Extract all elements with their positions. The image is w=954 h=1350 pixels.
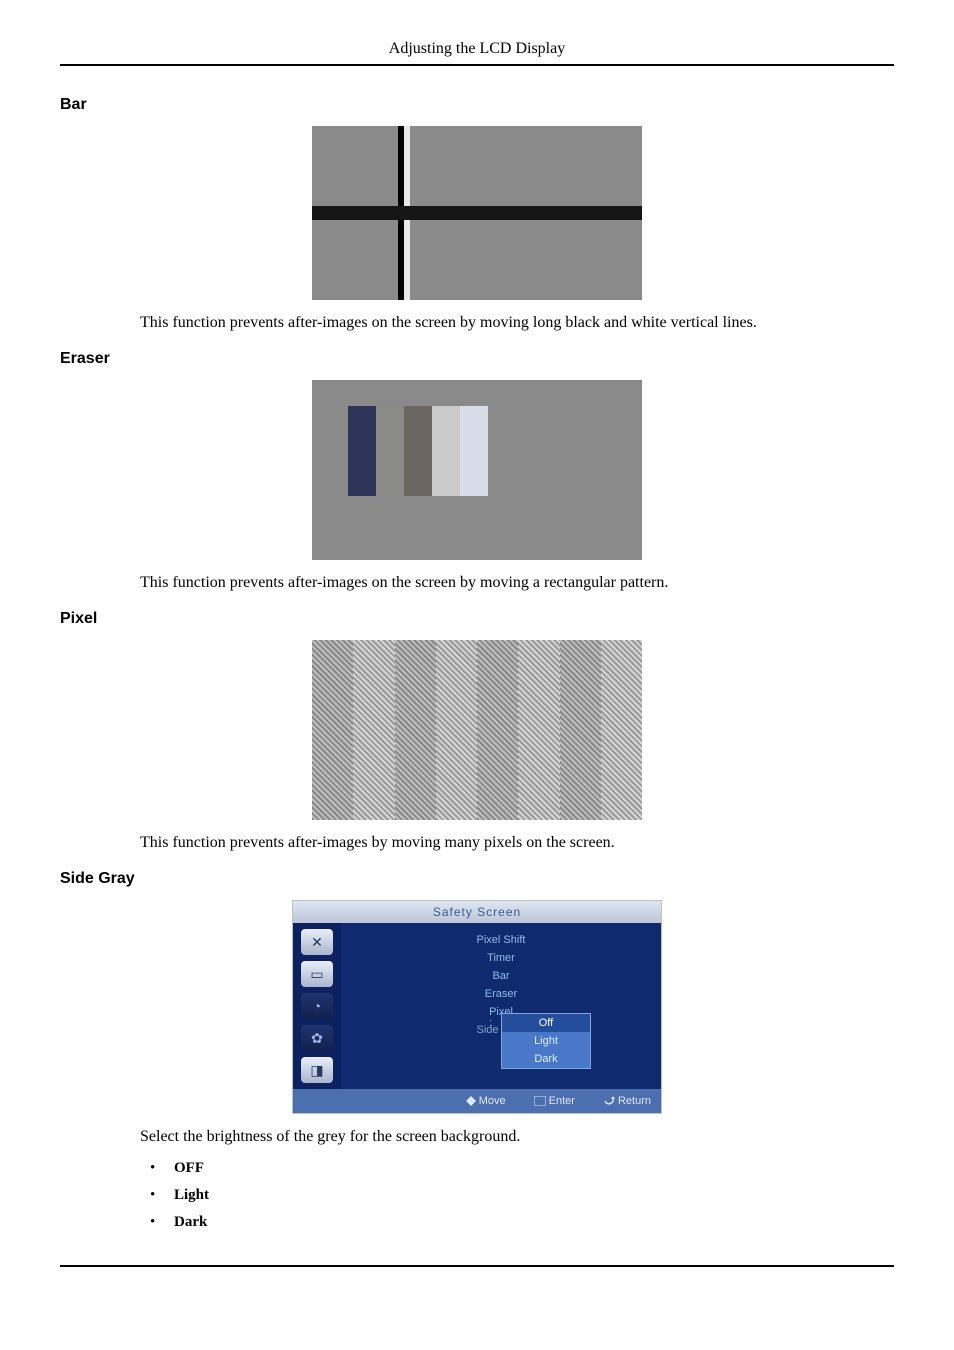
figure-bar xyxy=(60,126,894,300)
osd-sidebar: ✕ ▭ ◔ ✿ ◨ xyxy=(293,923,341,1089)
osd-icon-setup[interactable]: ✿ xyxy=(301,1025,333,1051)
osd-title: Safety Screen xyxy=(293,901,661,923)
figure-pixel xyxy=(60,640,894,820)
bullet-off: OFF xyxy=(150,1160,894,1177)
text-pixel: This function prevents after-images by m… xyxy=(140,834,894,852)
osd-hint-move: Move xyxy=(466,1095,506,1107)
figure-eraser xyxy=(60,380,894,560)
osd-icon-time[interactable]: ◔ xyxy=(301,993,333,1019)
bullet-dark: Dark xyxy=(150,1214,894,1231)
text-eraser: This function prevents after-images on t… xyxy=(140,574,894,592)
footer-divider xyxy=(60,1265,894,1267)
osd-option-off[interactable]: Off xyxy=(502,1014,590,1032)
sidegray-options-list: OFF Light Dark xyxy=(150,1160,894,1231)
osd-icon-picture[interactable]: ▭ xyxy=(301,961,333,987)
osd-option-dark[interactable]: Dark xyxy=(502,1050,590,1068)
heading-sidegray: Side Gray xyxy=(60,870,894,888)
text-sidegray: Select the brightness of the grey for th… xyxy=(140,1128,894,1146)
osd-item-eraser[interactable]: Eraser xyxy=(351,985,651,1003)
figure-osd-sidegray: Safety Screen ✕ ▭ ◔ ✿ ◨ Pixel Shift Time… xyxy=(60,900,894,1114)
osd-hint-return: Return xyxy=(603,1095,651,1107)
osd-option-light[interactable]: Light xyxy=(502,1032,590,1050)
osd-icon-multi[interactable]: ◨ xyxy=(301,1057,333,1083)
osd-item-pixelshift[interactable]: Pixel Shift xyxy=(351,931,651,949)
osd-colon: : xyxy=(489,1017,492,1029)
osd-options: Off Light Dark xyxy=(501,1013,591,1069)
osd-item-bar[interactable]: Bar xyxy=(351,967,651,985)
page-header: Adjusting the LCD Display xyxy=(60,40,894,66)
osd-hint-enter: Enter xyxy=(534,1095,575,1107)
osd-icon-input[interactable]: ✕ xyxy=(301,929,333,955)
heading-pixel: Pixel xyxy=(60,610,894,628)
text-bar: This function prevents after-images on t… xyxy=(140,314,894,332)
heading-eraser: Eraser xyxy=(60,350,894,368)
heading-bar: Bar xyxy=(60,96,894,114)
osd-menu: Pixel Shift Timer Bar Eraser Pixel Side … xyxy=(341,923,661,1089)
osd-item-timer[interactable]: Timer xyxy=(351,949,651,967)
osd-footer: Move Enter Return xyxy=(293,1089,661,1113)
bullet-light: Light xyxy=(150,1187,894,1204)
